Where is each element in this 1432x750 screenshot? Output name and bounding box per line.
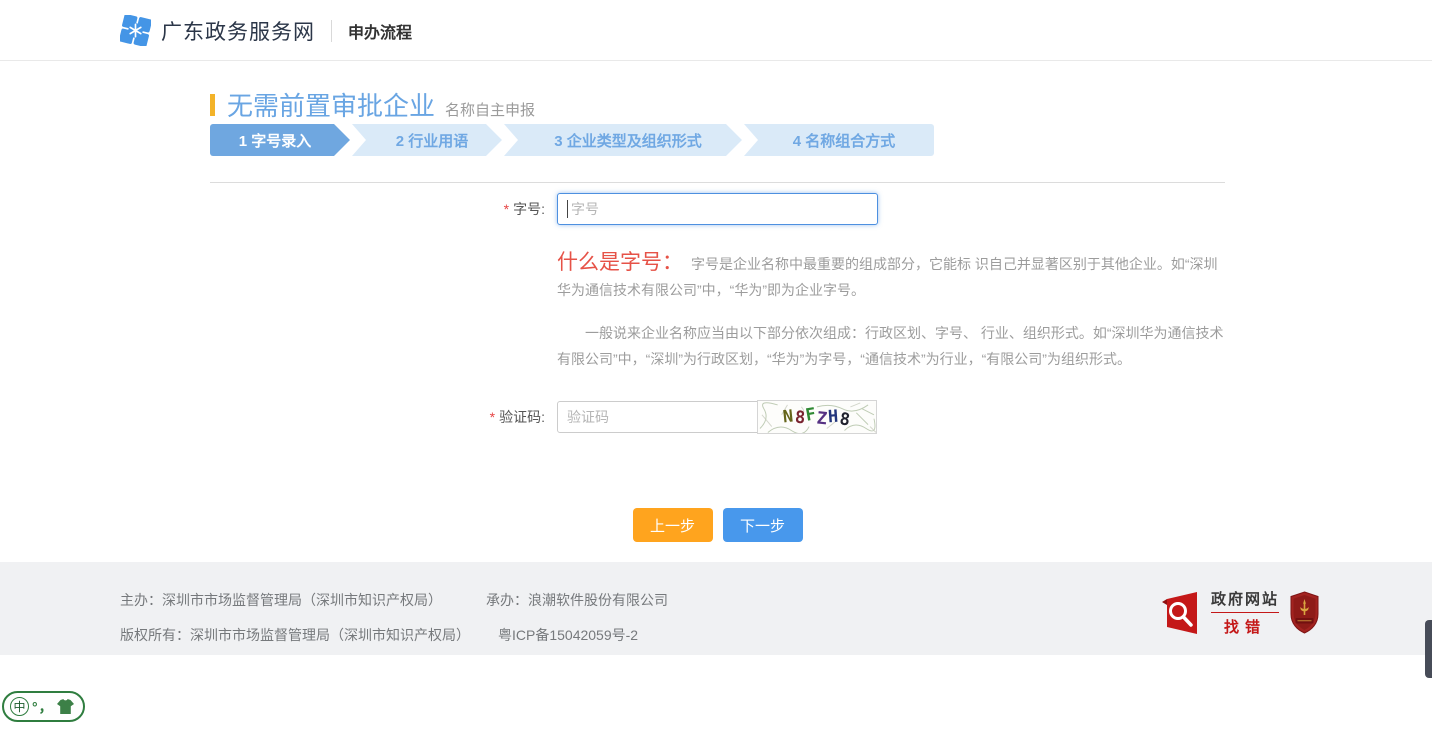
scrollbar-thumb[interactable]: [1425, 620, 1432, 678]
footer-host: 主办：深圳市市场监督管理局（深圳市知识产权局）: [120, 590, 442, 610]
required-asterisk: *: [504, 201, 509, 217]
site-logo-pinwheel-icon: [120, 15, 151, 46]
captcha-input[interactable]: [557, 401, 758, 433]
brand-divider: [331, 20, 332, 42]
ziho-input[interactable]: [557, 193, 878, 225]
error-report-flag-icon: [1159, 590, 1205, 636]
footer-icp-number[interactable]: 粤ICP备15042059号-2: [498, 625, 638, 645]
footer-badges: 政府网站 找错: [1159, 588, 1320, 637]
header: 广东政务服务网 申办流程: [0, 0, 1432, 61]
next-step-button[interactable]: 下一步: [723, 508, 803, 542]
step-tab-1-ziho-entry[interactable]: 1 字号录入: [210, 124, 350, 156]
previous-step-button[interactable]: 上一步: [633, 508, 713, 542]
step-tab-4-name-combination[interactable]: 4 名称组合方式: [744, 124, 934, 156]
gov-shield-icon: [1289, 591, 1320, 634]
page-subtitle: 名称自主申报: [445, 99, 535, 120]
content-divider: [210, 182, 1225, 183]
ime-skin-tshirt-icon[interactable]: [57, 699, 74, 714]
text-caret: [567, 200, 568, 218]
ime-punctuation-mode[interactable]: °，: [32, 697, 54, 717]
step-tabs: 1 字号录入 2 行业用语 3 企业类型及组织形式 4 名称组合方式: [210, 124, 936, 156]
gov-shield-badge[interactable]: [1289, 591, 1320, 634]
footer-line-2: 版权所有：深圳市市场监督管理局（深圳市知识产权局） 粤ICP备15042059号…: [120, 625, 638, 645]
footer-copyright: 版权所有：深圳市市场监督管理局（深圳市知识产权局）: [120, 625, 470, 645]
site-name: 广东政务服务网: [161, 16, 315, 46]
error-badge-line2: 找错: [1211, 616, 1279, 637]
title-accent-bar: [210, 94, 215, 116]
ime-status-bar[interactable]: 中 °，: [2, 691, 85, 722]
page-title: 无需前置审批企业: [227, 86, 435, 123]
ziho-form-row: *字号:: [210, 193, 878, 225]
captcha-form-row: *验证码:: [210, 400, 877, 434]
footer-line-1: 主办：深圳市市场监督管理局（深圳市知识产权局） 承办：浪潮软件股份有限公司: [120, 590, 668, 610]
captcha-image[interactable]: N8FZH8: [757, 400, 877, 434]
brand[interactable]: 广东政务服务网 申办流程: [120, 15, 412, 46]
captcha-code: N8FZH8: [783, 407, 851, 427]
help-block: 什么是字号：字号是企业名称中最重要的组成部分，它能标 识自己并显著区别于其他企业…: [557, 250, 1227, 372]
captcha-label: *验证码:: [210, 407, 545, 427]
footer-spacer: [470, 625, 498, 645]
captcha-label-text: 验证码:: [499, 409, 545, 425]
ziho-label-text: 字号:: [513, 201, 545, 217]
help-heading: 什么是字号：: [557, 251, 683, 274]
page: 广东政务服务网 申办流程 无需前置审批企业 名称自主申报 1 字号录入 2 行业…: [0, 0, 1432, 750]
footer-undertaker: 承办：浪潮软件股份有限公司: [486, 590, 668, 610]
page-title-row: 无需前置审批企业 名称自主申报: [210, 86, 535, 123]
error-badge-text: 政府网站 找错: [1211, 588, 1279, 637]
help-paragraph-2: 一般说来企业名称应当由以下部分依次组成：行政区划、字号、 行业、组织形式。如“深…: [557, 320, 1227, 372]
help-paragraph-1: 什么是字号：字号是企业名称中最重要的组成部分，它能标 识自己并显著区别于其他企业…: [557, 250, 1227, 303]
gov-site-error-report-badge[interactable]: 政府网站 找错: [1159, 588, 1279, 637]
footer: 主办：深圳市市场监督管理局（深圳市知识产权局） 承办：浪潮软件股份有限公司 版权…: [0, 562, 1432, 655]
ziho-input-wrap: [557, 193, 878, 225]
error-badge-line1: 政府网站: [1211, 588, 1279, 613]
step-tab-3-enterprise-type[interactable]: 3 企业类型及组织形式: [504, 124, 742, 156]
ime-language-mode[interactable]: 中: [10, 697, 29, 716]
footer-spacer: [442, 590, 486, 610]
action-buttons: 上一步 下一步: [210, 508, 1225, 542]
section-title: 申办流程: [348, 19, 412, 43]
step-tab-2-industry-term[interactable]: 2 行业用语: [352, 124, 502, 156]
ziho-label: *字号:: [210, 199, 545, 219]
captcha-input-wrap: N8FZH8: [557, 400, 877, 434]
required-asterisk: *: [490, 409, 495, 425]
